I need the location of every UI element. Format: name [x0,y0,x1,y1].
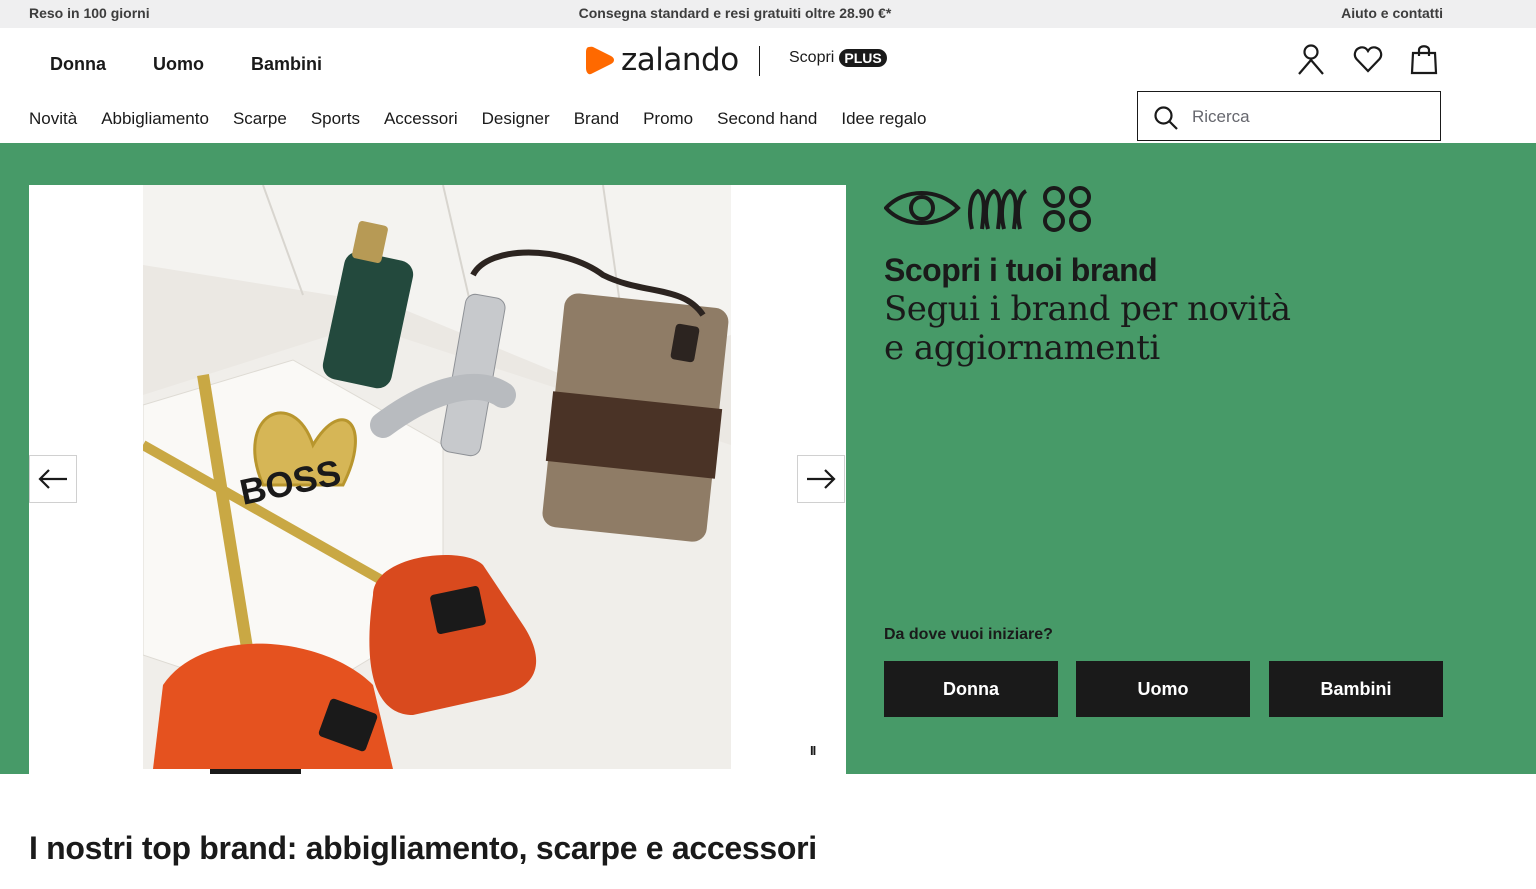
cta-uomo-button[interactable]: Uomo [1076,661,1250,717]
waves-icon [968,188,1028,230]
cta-bambini-button[interactable]: Bambini [1269,661,1443,717]
cta-donna-button[interactable]: Donna [884,661,1058,717]
shipping-info[interactable]: Consegna standard e resi gratuiti oltre … [0,5,1470,21]
user-icon [1298,44,1324,75]
category-second-hand[interactable]: Second hand [717,109,817,129]
grid-dots-icon [1043,186,1065,208]
zalando-logo[interactable]: zalando [585,42,739,78]
carousel-progress [210,769,404,774]
carousel-next-button[interactable] [797,455,845,503]
search-input[interactable] [1190,104,1424,130]
account-button[interactable] [1296,43,1326,75]
heart-icon [1353,46,1383,73]
search-icon [1154,106,1178,130]
help-contact-link[interactable]: Aiuto e contatti [1341,5,1443,21]
gender-tab-uomo[interactable]: Uomo [153,54,204,75]
hero-subtitle: Segui i brand per novità e aggiornamenti [884,289,1291,368]
category-accessori[interactable]: Accessori [384,109,458,129]
product-photo-illustration: BOSS [140,185,731,769]
section-title: I nostri top brand: abbigliamento, scarp… [29,830,817,866]
plus-badge: PLUS [839,49,887,67]
category-idee-regalo[interactable]: Idee regalo [841,109,926,129]
category-brand[interactable]: Brand [574,109,619,129]
hero-carousel: BOSS II [29,185,846,774]
gender-tab-bambini[interactable]: Bambini [251,54,322,75]
carousel-image[interactable]: BOSS [140,185,731,769]
gender-nav: Donna Uomo Bambini [50,54,322,75]
wishlist-button[interactable] [1353,43,1383,75]
category-scarpe[interactable]: Scarpe [233,109,287,129]
category-sports[interactable]: Sports [311,109,360,129]
search-box[interactable] [1137,91,1441,141]
bag-icon [1410,45,1438,75]
category-abbigliamento[interactable]: Abbigliamento [101,109,209,129]
brand-follow-illustration [884,186,1091,232]
gender-tab-donna[interactable]: Donna [50,54,106,75]
arrow-right-icon [807,469,836,489]
carousel-progress-fill [210,769,302,774]
hero-question: Da dove vuoi iniziare? [884,626,1053,643]
zalando-flag-icon [586,46,614,75]
plus-link[interactable]: Scopri PLUS [789,49,887,67]
carousel-pause-button[interactable]: II [810,743,816,758]
category-promo[interactable]: Promo [643,109,693,129]
hero-title: Scopri i tuoi brand [884,252,1158,288]
logo-wordmark: zalando [621,42,739,78]
plus-link-label: Scopri [789,49,835,66]
category-nav: Novità Abbigliamento Scarpe Sports Acces… [29,109,926,129]
cart-button[interactable] [1409,43,1439,75]
category-novita[interactable]: Novità [29,109,77,129]
carousel-prev-button[interactable] [29,455,77,503]
category-designer[interactable]: Designer [482,109,550,129]
logo-divider [759,46,760,76]
top-utility-bar: Reso in 100 giorni Consegna standard e r… [0,0,1536,28]
arrow-left-icon [38,469,67,489]
